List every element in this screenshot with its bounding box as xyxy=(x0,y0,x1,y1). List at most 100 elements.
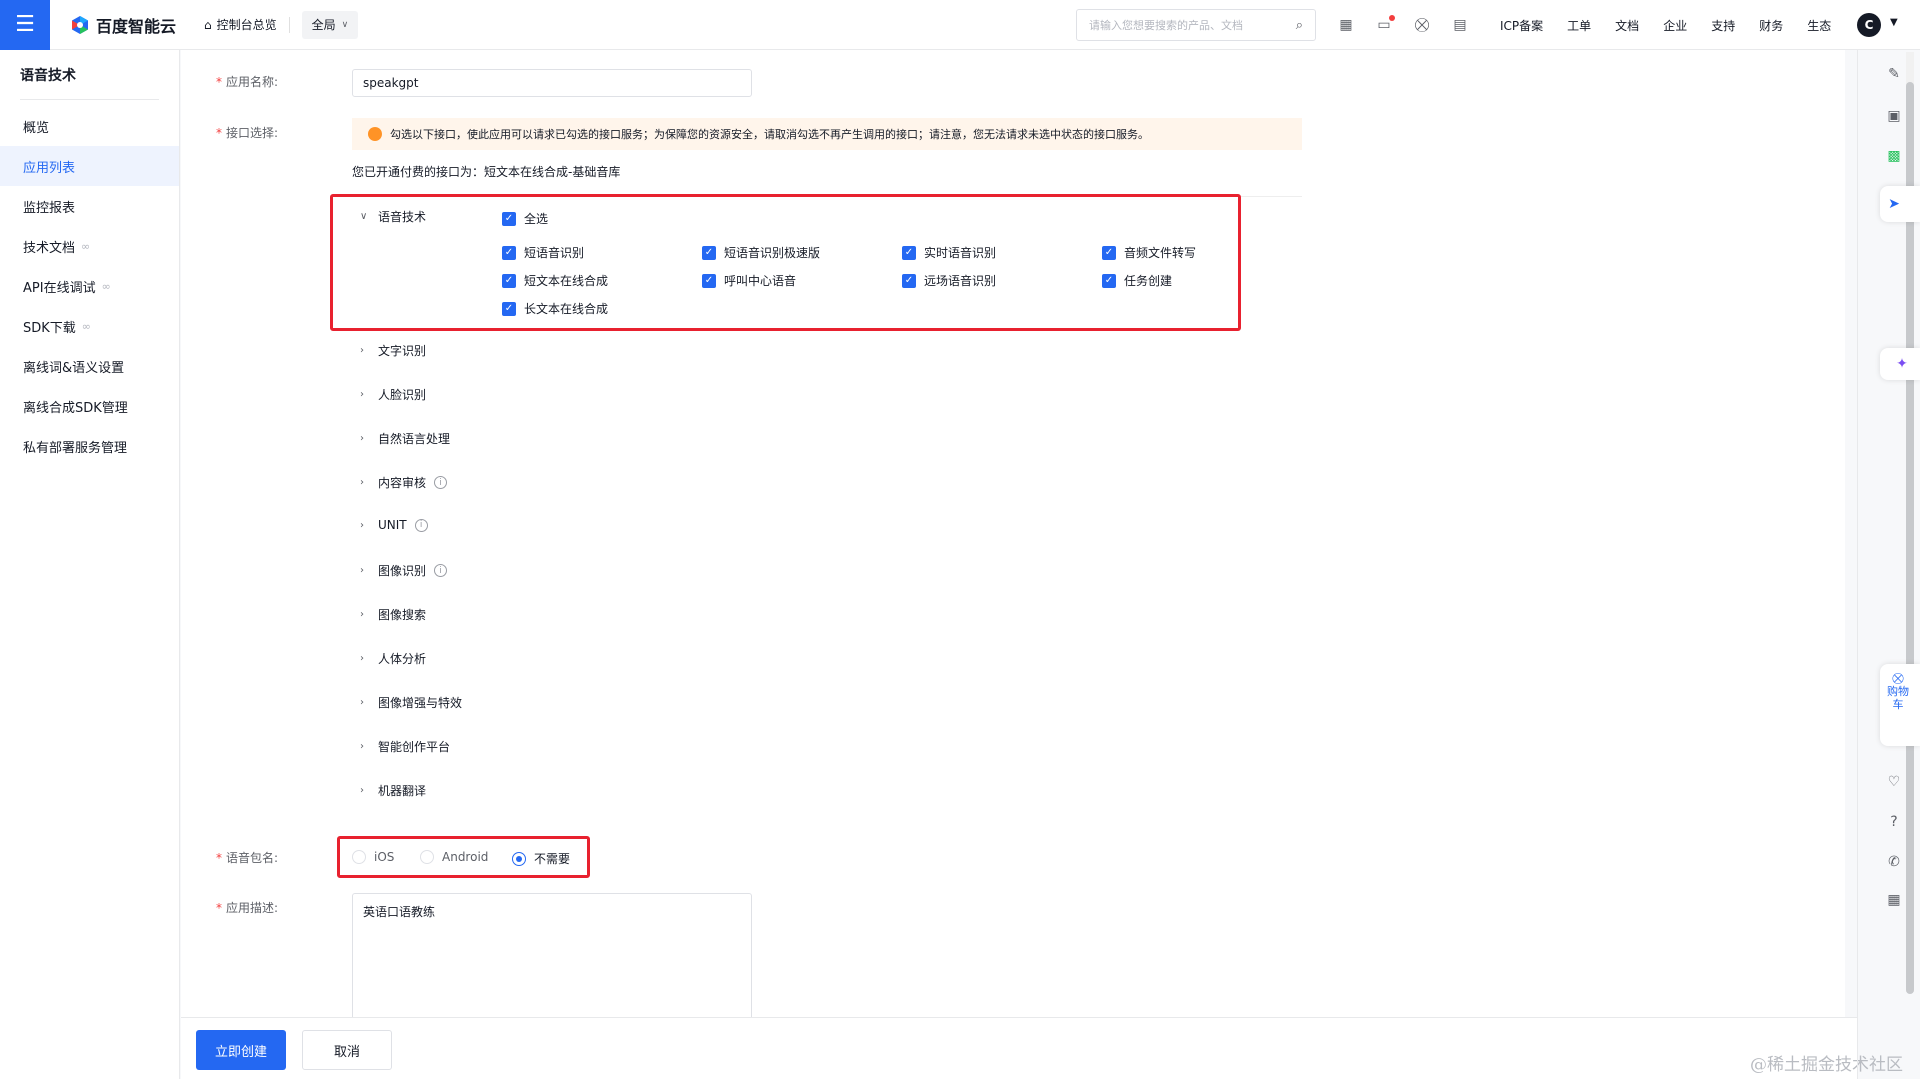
create-button[interactable]: 立即创建 xyxy=(196,1030,286,1070)
unread-dot xyxy=(1389,15,1395,21)
sidebar-item-monitor[interactable]: 监控报表 xyxy=(0,186,179,226)
group-creation-platform[interactable]: › 智能创作平台 xyxy=(360,738,450,755)
sidebar-item-overview[interactable]: 概览 xyxy=(0,106,179,146)
group-body-analysis[interactable]: › 人体分析 xyxy=(360,650,426,667)
sidebar-item-label: 监控报表 xyxy=(23,200,76,216)
hamburger-menu-icon[interactable]: ☰ xyxy=(0,0,50,50)
checkbox-api-item[interactable]: ✓ 短文本在线合成 xyxy=(502,272,608,289)
top-link-icp[interactable]: ICP备案 xyxy=(1500,17,1543,34)
checkbox-api-item[interactable]: ✓ 短语音识别 xyxy=(502,244,584,261)
checkbox-api-item[interactable]: ✓ 远场语音识别 xyxy=(902,272,996,289)
sidebar: 语音技术 概览 应用列表 监控报表 技术文档 ∞ API在线调试 ∞ SDK下载 ∞ … xyxy=(0,50,180,1079)
external-link-icon: ∞ xyxy=(101,279,111,293)
sidebar-nav: 概览 应用列表 监控报表 技术文档 ∞ API在线调试 ∞ SDK下载 ∞ 离线词&语… xyxy=(0,106,179,466)
notice-text: 勾选以下接口，使此应用可以请求已勾选的接口服务；为保障您的资源安全，请取消勾选不… xyxy=(390,128,1149,141)
cart-label[interactable]: ⛒ 购物车 xyxy=(1886,672,1910,711)
region-selector[interactable]: 全局 ∨ xyxy=(301,10,359,39)
sidebar-item-offline-words[interactable]: 离线词&语义设置 xyxy=(0,346,179,386)
sidebar-item-tech-docs[interactable]: 技术文档 ∞ xyxy=(0,226,179,266)
external-link-icon: ∞ xyxy=(81,239,91,253)
checkbox-checked-icon: ✓ xyxy=(702,273,716,288)
sidebar-item-label: 离线词&语义设置 xyxy=(23,360,125,376)
chevron-down-icon: ∨ xyxy=(341,19,349,30)
group-image-recognition[interactable]: › 图像识别 i xyxy=(360,562,448,579)
form-footer xyxy=(181,1017,1857,1079)
rail-divider xyxy=(1857,50,1858,1079)
rocket-icon[interactable]: ➤ xyxy=(1884,194,1904,214)
sidebar-item-sdk-download[interactable]: SDK下载 ∞ xyxy=(0,306,179,346)
checkbox-api-item[interactable]: ✓ 音频文件转写 xyxy=(1102,244,1196,261)
checkbox-api-item[interactable]: ✓ 任务创建 xyxy=(1102,272,1172,289)
console-home-link[interactable]: ⌂ 控制台总览 xyxy=(204,16,277,33)
cart-icon[interactable]: ⛒ xyxy=(1414,17,1430,33)
checkbox-checked-icon: ✓ xyxy=(902,273,916,288)
top-link-finance[interactable]: 财务 xyxy=(1759,17,1783,34)
user-avatar[interactable]: C xyxy=(1857,13,1881,37)
group-speech-tech[interactable]: ∨ 语音技术 xyxy=(360,208,426,225)
checkbox-api-item[interactable]: ✓ 短语音识别极速版 xyxy=(702,244,820,261)
avatar-dropdown-icon[interactable]: ▼ xyxy=(1890,17,1898,28)
grid-apps-icon[interactable]: ▦ xyxy=(1884,890,1904,910)
search-icon[interactable]: ⌕ xyxy=(1296,18,1303,33)
radio-not-needed[interactable]: 不需要 xyxy=(512,850,570,867)
sidebar-item-label: 概览 xyxy=(23,120,50,136)
group-content-audit[interactable]: › 内容审核 i xyxy=(360,474,448,491)
checkbox-api-item[interactable]: ✓ 长文本在线合成 xyxy=(502,300,608,317)
app-desc-textarea[interactable]: 英语口语教练 xyxy=(352,893,752,1023)
highlight-box-speech xyxy=(330,194,1241,331)
chevron-right-icon: › xyxy=(360,697,364,708)
sidebar-item-api-debug[interactable]: API在线调试 ∞ xyxy=(0,266,179,306)
phone-icon[interactable]: ✆ xyxy=(1884,852,1904,872)
sidebar-item-label: 技术文档 xyxy=(23,240,76,256)
top-link-enterprise[interactable]: 企业 xyxy=(1663,17,1687,34)
top-link-docs[interactable]: 文档 xyxy=(1615,17,1639,34)
gift-icon[interactable]: ▩ xyxy=(1884,146,1904,166)
console-home-label: 控制台总览 xyxy=(216,18,277,32)
group-unit[interactable]: › UNIT i xyxy=(360,518,428,532)
api-select-label: * 接口选择: xyxy=(216,126,279,140)
brand-logo[interactable]: 百度智能云 xyxy=(70,13,176,37)
radio-android[interactable]: Android xyxy=(420,850,488,864)
group-machine-translation[interactable]: › 机器翻译 xyxy=(360,782,426,799)
radio-ios[interactable]: iOS xyxy=(352,850,394,864)
billing-icon[interactable]: ▤ xyxy=(1452,17,1468,33)
message-icon[interactable]: ▭ xyxy=(1376,15,1395,33)
qrcode-icon[interactable]: ▦ xyxy=(1338,17,1354,33)
info-icon[interactable]: i xyxy=(434,476,448,489)
checkbox-checked-icon: ✓ xyxy=(502,273,516,288)
help-icon[interactable]: ? xyxy=(1884,812,1904,832)
checkbox-api-item[interactable]: ✓ 实时语音识别 xyxy=(902,244,996,261)
checkbox-api-item[interactable]: ✓ 呼叫中心语音 xyxy=(702,272,796,289)
top-link-ecosystem[interactable]: 生态 xyxy=(1807,17,1831,34)
group-nlp[interactable]: › 自然语言处理 xyxy=(360,430,450,447)
heart-icon[interactable]: ♡ xyxy=(1884,772,1904,792)
edit-note-icon[interactable]: ✎ xyxy=(1884,64,1904,84)
global-search-input[interactable]: 请输入您想要搜索的产品、文档 ⌕ xyxy=(1076,9,1316,41)
group-image-search[interactable]: › 图像搜索 xyxy=(360,606,426,623)
watermark: @稀土掘金技术社区 xyxy=(1750,1055,1903,1075)
sidebar-item-private-deploy[interactable]: 私有部署服务管理 xyxy=(0,426,179,466)
checkbox-checked-icon: ✓ xyxy=(902,245,916,260)
brand-name: 百度智能云 xyxy=(96,16,177,36)
cancel-button[interactable]: 取消 xyxy=(302,1030,392,1070)
top-link-ticket[interactable]: 工单 xyxy=(1567,17,1591,34)
group-image-enhance[interactable]: › 图像增强与特效 xyxy=(360,694,462,711)
chevron-right-icon: › xyxy=(360,433,364,444)
top-link-support[interactable]: 支持 xyxy=(1711,17,1735,34)
checkbox-checked-icon: ✓ xyxy=(502,245,516,260)
sidebar-item-app-list[interactable]: 应用列表 xyxy=(0,146,179,186)
radio-circle xyxy=(352,850,366,864)
info-icon[interactable]: i xyxy=(414,518,428,532)
checkbox-checked-icon: ✓ xyxy=(502,211,516,226)
group-ocr[interactable]: › 文字识别 xyxy=(360,342,426,359)
checkbox-select-all[interactable]: ✓ 全选 xyxy=(502,210,548,227)
calendar-icon[interactable]: ▣ xyxy=(1884,106,1904,126)
info-icon[interactable]: i xyxy=(434,564,448,577)
top-icon-group: ▦ ▭ ⛒ ▤ xyxy=(1338,0,1468,50)
sidebar-item-offline-tts-sdk[interactable]: 离线合成SDK管理 xyxy=(0,386,179,426)
desc-label: * 应用描述: xyxy=(216,901,279,915)
group-face[interactable]: › 人脸识别 xyxy=(360,386,426,403)
region-value: 全局 xyxy=(311,18,336,32)
sparkle-icon[interactable]: ✦ xyxy=(1892,354,1912,374)
app-name-input[interactable]: speakgpt xyxy=(352,69,752,97)
